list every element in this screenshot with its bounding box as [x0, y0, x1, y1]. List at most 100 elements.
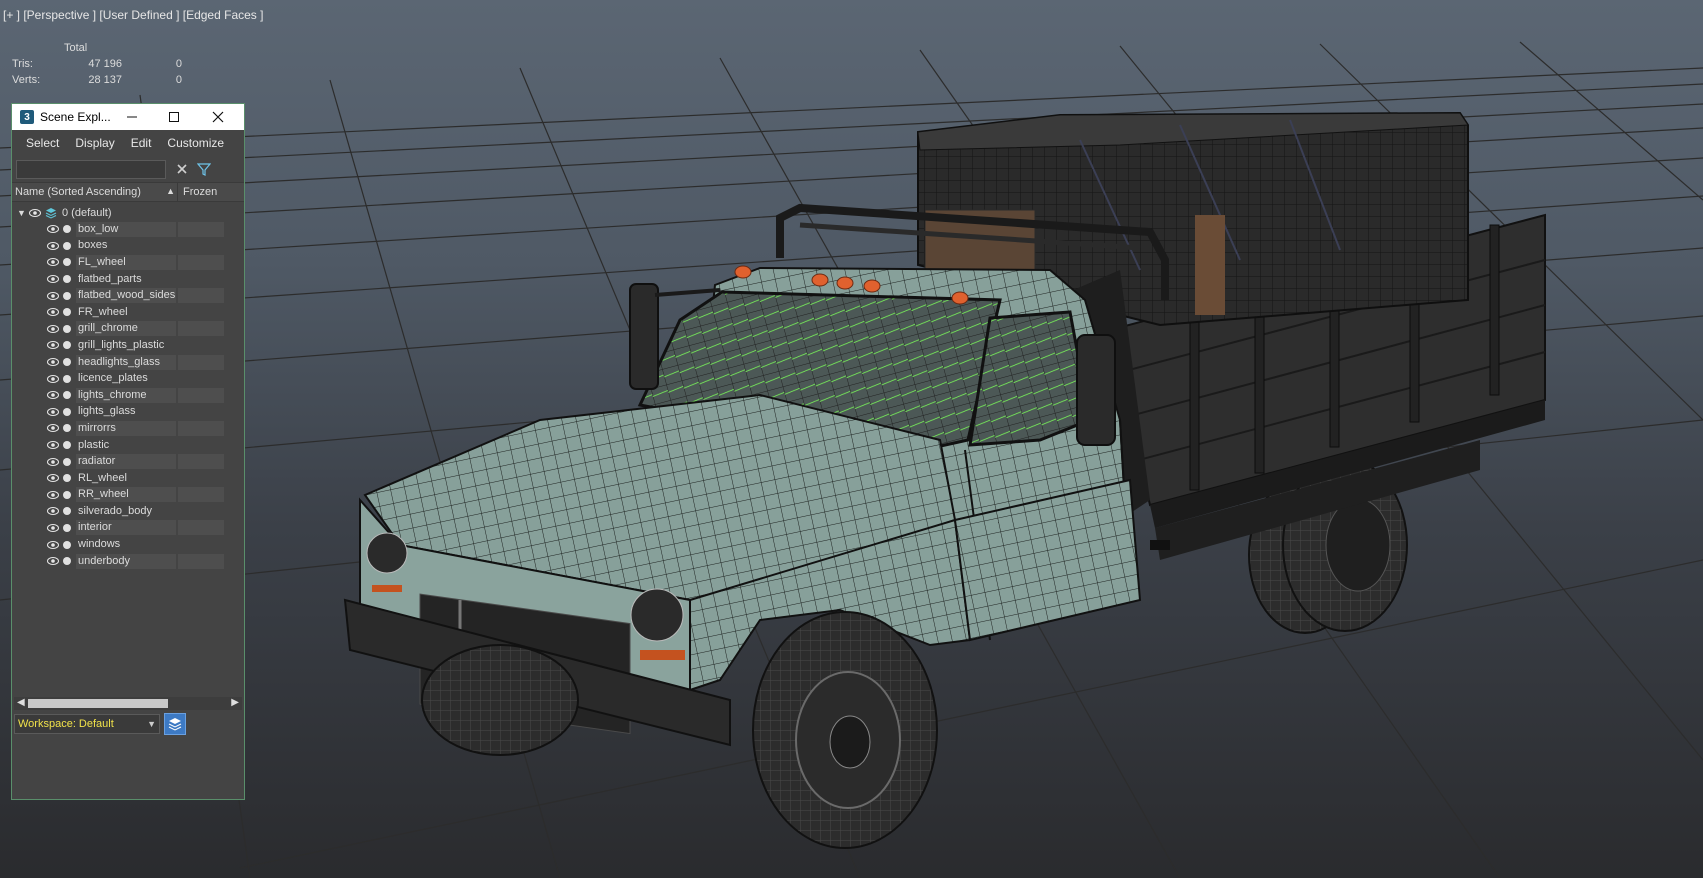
- visibility-eye-icon[interactable]: [47, 457, 59, 466]
- render-dot-icon[interactable]: [63, 324, 71, 333]
- frozen-cell[interactable]: [178, 272, 224, 287]
- list-item[interactable]: box_low: [12, 221, 244, 238]
- render-dot-icon[interactable]: [63, 490, 71, 499]
- frozen-cell[interactable]: [178, 404, 224, 419]
- horizontal-scrollbar[interactable]: ◀ ▶: [14, 697, 242, 710]
- name-column-header[interactable]: Name (Sorted Ascending) ▲: [12, 186, 177, 198]
- frozen-cell[interactable]: [178, 387, 224, 403]
- frozen-cell[interactable]: [178, 487, 224, 503]
- list-item[interactable]: mirrorrs: [12, 420, 244, 437]
- visibility-eye-icon[interactable]: [47, 324, 59, 333]
- render-dot-icon[interactable]: [63, 391, 71, 400]
- visibility-eye-icon[interactable]: [47, 557, 59, 566]
- render-dot-icon[interactable]: [63, 358, 71, 367]
- visibility-eye-icon[interactable]: [47, 308, 59, 317]
- render-dot-icon[interactable]: [63, 523, 71, 532]
- visibility-eye-icon[interactable]: [47, 407, 59, 416]
- layer-row[interactable]: ▼ 0 (default): [12, 204, 244, 221]
- list-item[interactable]: windows: [12, 536, 244, 553]
- render-dot-icon[interactable]: [63, 540, 71, 549]
- frozen-cell[interactable]: [178, 238, 224, 253]
- list-item[interactable]: grill_lights_plastic: [12, 337, 244, 354]
- viewport-label[interactable]: [+ ] [Perspective ] [User Defined ] [Edg…: [3, 8, 263, 22]
- visibility-eye-icon[interactable]: [47, 540, 59, 549]
- visibility-eye-icon[interactable]: [47, 225, 59, 234]
- frozen-cell[interactable]: [178, 420, 224, 436]
- frozen-cell[interactable]: [178, 321, 224, 337]
- list-item[interactable]: headlights_glass: [12, 354, 244, 371]
- list-item[interactable]: lights_chrome: [12, 387, 244, 404]
- menu-display[interactable]: Display: [67, 136, 122, 150]
- visibility-eye-icon[interactable]: [29, 208, 41, 217]
- render-dot-icon[interactable]: [63, 241, 71, 250]
- frozen-cell[interactable]: [178, 454, 224, 470]
- scene-explorer-window[interactable]: 3 Scene Expl... Select Display Edit Cust…: [11, 103, 245, 800]
- frozen-cell[interactable]: [178, 288, 224, 304]
- list-item[interactable]: lights_glass: [12, 404, 244, 421]
- frozen-cell[interactable]: [178, 553, 224, 569]
- render-dot-icon[interactable]: [63, 258, 71, 267]
- list-item[interactable]: FL_wheel: [12, 254, 244, 271]
- scrollbar-thumb[interactable]: [28, 699, 168, 708]
- frozen-cell[interactable]: [178, 471, 224, 486]
- frozen-cell[interactable]: [178, 354, 224, 370]
- menu-customize[interactable]: Customize: [159, 136, 232, 150]
- viewport-scene[interactable]: SVN 995: [0, 0, 1703, 878]
- layer-explorer-button[interactable]: [164, 713, 186, 735]
- render-dot-icon[interactable]: [63, 374, 71, 383]
- render-dot-icon[interactable]: [63, 457, 71, 466]
- list-item[interactable]: interior: [12, 520, 244, 537]
- menu-edit[interactable]: Edit: [123, 136, 160, 150]
- menu-select[interactable]: Select: [18, 136, 67, 150]
- visibility-eye-icon[interactable]: [47, 474, 59, 483]
- render-dot-icon[interactable]: [63, 441, 71, 450]
- maximize-button[interactable]: [154, 104, 194, 130]
- visibility-eye-icon[interactable]: [47, 424, 59, 433]
- workspace-dropdown[interactable]: Workspace: Default ▼: [14, 714, 160, 734]
- list-item[interactable]: FR_wheel: [12, 304, 244, 321]
- list-item[interactable]: radiator: [12, 453, 244, 470]
- scroll-right-icon[interactable]: ▶: [231, 697, 239, 708]
- render-dot-icon[interactable]: [63, 291, 71, 300]
- frozen-cell[interactable]: [178, 504, 224, 519]
- frozen-cell[interactable]: [178, 254, 224, 270]
- render-dot-icon[interactable]: [63, 225, 71, 234]
- visibility-eye-icon[interactable]: [47, 358, 59, 367]
- visibility-eye-icon[interactable]: [47, 291, 59, 300]
- render-dot-icon[interactable]: [63, 341, 71, 350]
- close-button[interactable]: [198, 104, 238, 130]
- frozen-cell[interactable]: [178, 305, 224, 320]
- minimize-button[interactable]: [112, 104, 152, 130]
- visibility-eye-icon[interactable]: [47, 275, 59, 284]
- visibility-eye-icon[interactable]: [47, 523, 59, 532]
- list-item[interactable]: plastic: [12, 437, 244, 454]
- visibility-eye-icon[interactable]: [47, 490, 59, 499]
- render-dot-icon[interactable]: [63, 424, 71, 433]
- frozen-cell[interactable]: [178, 537, 224, 552]
- filter-button[interactable]: [194, 159, 214, 179]
- render-dot-icon[interactable]: [63, 308, 71, 317]
- visibility-eye-icon[interactable]: [47, 374, 59, 383]
- visibility-eye-icon[interactable]: [47, 258, 59, 267]
- render-dot-icon[interactable]: [63, 407, 71, 416]
- clear-search-button[interactable]: [172, 159, 192, 179]
- list-item[interactable]: silverado_body: [12, 503, 244, 520]
- list-item[interactable]: flatbed_parts: [12, 271, 244, 288]
- list-item[interactable]: underbody: [12, 553, 244, 570]
- collapse-arrow-icon[interactable]: ▼: [17, 208, 26, 218]
- frozen-cell[interactable]: [178, 438, 224, 453]
- frozen-cell[interactable]: [178, 520, 224, 536]
- perspective-viewport[interactable]: SVN 995 [+ ] [Perspective ] [User Define…: [0, 0, 1703, 878]
- list-item[interactable]: licence_plates: [12, 370, 244, 387]
- visibility-eye-icon[interactable]: [47, 507, 59, 516]
- frozen-column-header[interactable]: Frozen: [177, 183, 217, 201]
- list-item[interactable]: flatbed_wood_sides: [12, 287, 244, 304]
- list-item[interactable]: RR_wheel: [12, 487, 244, 504]
- render-dot-icon[interactable]: [63, 474, 71, 483]
- list-item[interactable]: grill_chrome: [12, 321, 244, 338]
- visibility-eye-icon[interactable]: [47, 391, 59, 400]
- list-item[interactable]: RL_wheel: [12, 470, 244, 487]
- render-dot-icon[interactable]: [63, 557, 71, 566]
- window-titlebar[interactable]: 3 Scene Expl...: [12, 104, 244, 130]
- visibility-eye-icon[interactable]: [47, 441, 59, 450]
